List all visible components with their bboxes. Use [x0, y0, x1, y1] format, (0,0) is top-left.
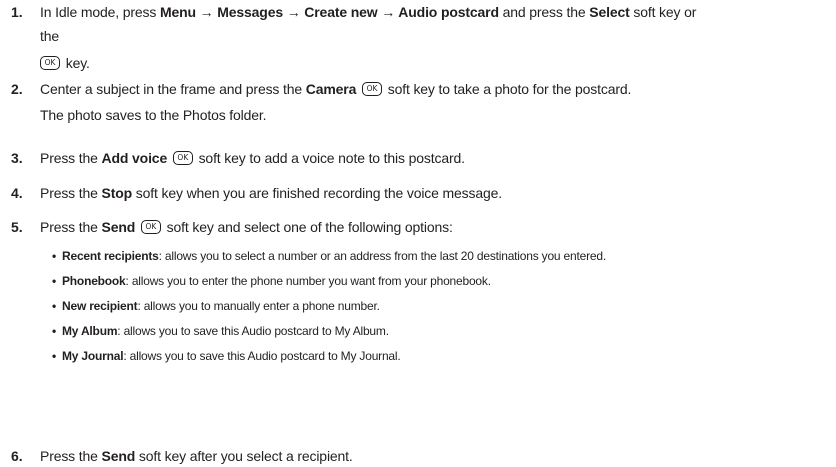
bullet-icon: •: [52, 274, 57, 288]
ok-key-icon: OK: [40, 56, 60, 71]
step-line: the: [40, 28, 60, 44]
bullet-icon: •: [52, 299, 57, 313]
step-text: In Idle mode, press Menu → Messages → Cr…: [40, 1, 828, 74]
step-line: Center a subject in the frame and press …: [40, 81, 632, 97]
list-item: • Phonebook: allows you to enter the phon…: [52, 274, 491, 288]
step-number: 4.: [11, 185, 23, 201]
option-list: • Recent recipients: allows you to select…: [52, 249, 832, 389]
step-line: In Idle mode, press Menu → Messages → Cr…: [40, 4, 697, 20]
send-key-label: Send: [101, 219, 136, 235]
list-item: • New recipient: allows you to manually e…: [52, 299, 380, 313]
bullet-icon: •: [52, 324, 57, 338]
bullet-icon: •: [52, 349, 57, 363]
list-item: • My Album: allows you to save this Audio…: [52, 324, 389, 338]
step-text: Press the Stop soft key when you are fin…: [40, 182, 828, 204]
step-line: Press the Send soft key after you select…: [40, 448, 353, 464]
step-line: Press the Stop soft key when you are fin…: [40, 185, 503, 201]
camera-key-label: Camera: [305, 81, 357, 97]
step-text: Press the Add voice OK soft key to add a…: [40, 147, 828, 169]
step-line: Press the Add voice OK soft key to add a…: [40, 150, 465, 166]
step-text: Center a subject in the frame and press …: [40, 78, 828, 126]
step-number: 3.: [11, 150, 23, 166]
step-number: 6.: [11, 448, 23, 464]
ok-key-icon: OK: [362, 82, 382, 97]
stop-key-label: Stop: [101, 185, 133, 201]
menu-path: Menu → Messages → Create new → Audio pos…: [159, 4, 499, 20]
send-key-label: Send: [101, 448, 136, 464]
step-line: The photo saves to the Photos folder.: [40, 107, 267, 123]
select-key-label: Select: [589, 4, 630, 20]
list-item: • Recent recipients: allows you to select…: [52, 249, 606, 263]
step-line: OK key.: [40, 52, 828, 74]
step-number: 2.: [11, 81, 23, 97]
ok-key-icon: OK: [172, 151, 193, 166]
step-line: Press the Send OK soft key and select on…: [40, 219, 453, 235]
bullet-icon: •: [52, 249, 57, 263]
step-text: Press the Send OK soft key and select on…: [40, 216, 828, 238]
instruction-page: 1. In Idle mode, press Menu → Messages →…: [0, 0, 836, 466]
step-number: 5.: [11, 219, 23, 235]
add-voice-key-label: Add voice: [101, 150, 168, 166]
list-item: • My Journal: allows you to save this Aud…: [52, 349, 401, 363]
step-number: 1.: [11, 4, 23, 20]
step-text: Press the Send soft key after you select…: [40, 445, 828, 467]
ok-key-icon: OK: [140, 220, 161, 235]
